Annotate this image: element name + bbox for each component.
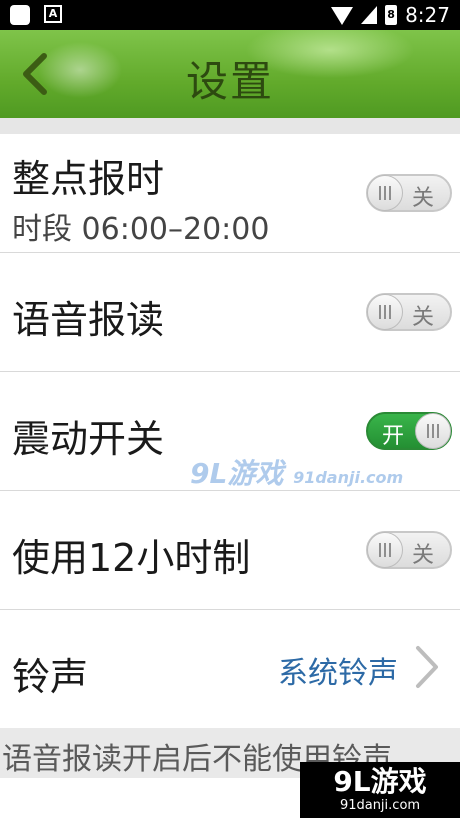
- voice-readout-toggle[interactable]: 关: [366, 293, 452, 331]
- clock: 8:27: [405, 3, 450, 27]
- setting-label: 整点报时: [12, 157, 165, 201]
- watermark-subtext: 91danji.com: [293, 468, 404, 487]
- watermark-text: 9L游戏: [190, 457, 284, 490]
- app-header: 设置: [0, 30, 460, 118]
- corner-watermark-subtext: 91danji.com: [339, 798, 421, 813]
- setting-label: 震动开关: [12, 417, 165, 461]
- toggle-state-label: 关: [411, 543, 434, 568]
- toggle-knob: [367, 175, 403, 211]
- app-notification-icon: A: [44, 5, 62, 23]
- toggle-state-label: 开: [382, 424, 405, 449]
- corner-watermark-text: 9L游戏: [333, 765, 427, 798]
- wifi-icon: [331, 7, 354, 25]
- setting-row-ringtone[interactable]: 铃声 系统铃声: [0, 610, 460, 728]
- ringtone-value: 系统铃声: [278, 656, 398, 691]
- vibration-toggle[interactable]: 开: [366, 412, 452, 450]
- setting-label: 使用12小时制: [12, 536, 251, 580]
- toggle-knob: [415, 413, 451, 449]
- setting-row-hourly-chime[interactable]: 整点报时 时段 06:00–20:00 关: [0, 134, 460, 253]
- watermark-logo: 9L游戏 91danji.com: [190, 452, 403, 492]
- status-bar: A 8 8:27: [0, 0, 460, 30]
- toggle-state-label: 关: [411, 305, 434, 330]
- battery-icon: 8: [385, 5, 398, 25]
- toggle-state-label: 关: [411, 186, 434, 211]
- setting-row-voice-readout[interactable]: 语音报读 关: [0, 253, 460, 372]
- corner-watermark: 9L游戏 91danji.com: [300, 762, 460, 818]
- section-divider: [0, 118, 460, 134]
- setting-label: 语音报读: [12, 298, 165, 342]
- setting-subtext: 时段 06:00–20:00: [12, 212, 270, 247]
- notification-square-icon: [10, 5, 30, 25]
- setting-row-12-hour[interactable]: 使用12小时制 关: [0, 491, 460, 610]
- toggle-knob: [367, 294, 403, 330]
- chevron-right-icon: [416, 646, 438, 688]
- hourly-chime-toggle[interactable]: 关: [366, 174, 452, 212]
- toggle-knob: [367, 532, 403, 568]
- setting-label: 铃声: [12, 655, 89, 699]
- 12-hour-toggle[interactable]: 关: [366, 531, 452, 569]
- signal-icon: [361, 6, 378, 24]
- page-title: 设置: [185, 57, 274, 106]
